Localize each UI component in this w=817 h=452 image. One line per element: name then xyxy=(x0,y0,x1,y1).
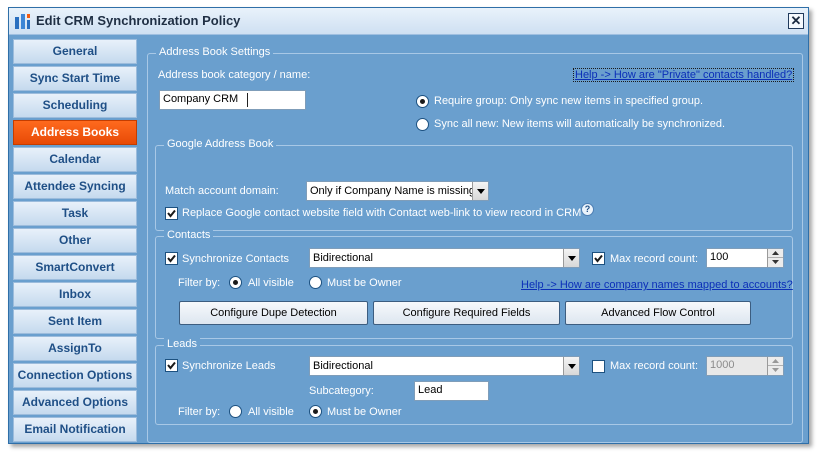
settings-sidebar: General Sync Start Time Scheduling Addre… xyxy=(13,39,137,444)
contacts-max-count-checkbox[interactable] xyxy=(592,252,605,265)
match-domain-select[interactable]: Only if Company Name is missing xyxy=(306,181,489,201)
contacts-must-be-owner-radio[interactable] xyxy=(309,276,322,289)
crm-app-icon xyxy=(14,13,31,30)
leads-max-count-checkbox[interactable] xyxy=(592,360,605,373)
match-domain-label: Match account domain: xyxy=(165,185,279,197)
sync-contacts-label: Synchronize Contacts xyxy=(182,253,289,265)
category-name-input[interactable]: Company CRM xyxy=(159,90,306,110)
contacts-max-count-input[interactable]: 100 xyxy=(706,248,784,268)
contacts-legend: Contacts xyxy=(164,229,214,241)
sidebar-item-attendee-syncing[interactable]: Attendee Syncing xyxy=(13,174,137,199)
advanced-flow-control-button[interactable]: Advanced Flow Control xyxy=(565,301,751,325)
google-address-book-legend: Google Address Book xyxy=(164,138,277,150)
sidebar-item-assignto[interactable]: AssignTo xyxy=(13,336,137,361)
chevron-down-icon[interactable] xyxy=(563,249,579,267)
chevron-down-icon[interactable] xyxy=(563,357,579,375)
leads-max-count-spinner[interactable] xyxy=(767,357,783,375)
match-domain-value: Only if Company Name is missing xyxy=(310,185,476,197)
sync-all-new-radio[interactable] xyxy=(416,118,429,131)
address-book-settings-legend: Address Book Settings xyxy=(156,46,274,58)
sidebar-item-scheduling[interactable]: Scheduling xyxy=(13,93,137,118)
subcategory-value: Lead xyxy=(418,384,443,396)
sidebar-item-inbox[interactable]: Inbox xyxy=(13,282,137,307)
close-icon: ✕ xyxy=(790,13,802,28)
close-button[interactable]: ✕ xyxy=(788,13,804,29)
sidebar-item-other[interactable]: Other xyxy=(13,228,137,253)
sync-leads-checkbox[interactable] xyxy=(165,359,178,372)
text-cursor-icon xyxy=(247,93,248,107)
sidebar-item-sync-start-time[interactable]: Sync Start Time xyxy=(13,66,137,91)
sidebar-item-sent-item[interactable]: Sent Item xyxy=(13,309,137,334)
contacts-direction-value: Bidirectional xyxy=(313,252,373,264)
contacts-all-visible-label: All visible xyxy=(248,277,294,289)
subcategory-label: Subcategory: xyxy=(309,385,374,397)
leads-all-visible-radio[interactable] xyxy=(229,405,242,418)
subcategory-input[interactable]: Lead xyxy=(414,381,489,401)
category-label: Address book category / name: xyxy=(158,69,311,81)
category-name-value: Company CRM xyxy=(163,93,239,105)
contacts-max-count-spinner[interactable] xyxy=(767,249,783,267)
leads-max-count-input[interactable]: 1000 xyxy=(706,356,784,376)
contacts-max-count-label: Max record count: xyxy=(610,253,699,265)
sidebar-item-task[interactable]: Task xyxy=(13,201,137,226)
sidebar-item-general[interactable]: General xyxy=(13,39,137,64)
contacts-all-visible-radio[interactable] xyxy=(229,276,242,289)
sync-all-new-label: Sync all new: New items will automatical… xyxy=(434,118,726,130)
leads-max-count-label: Max record count: xyxy=(610,360,699,372)
contacts-direction-select[interactable]: Bidirectional xyxy=(309,248,580,268)
sidebar-item-email-notification[interactable]: Email Notification xyxy=(13,417,137,442)
contacts-filter-label: Filter by: xyxy=(178,277,221,289)
question-icon[interactable]: ? xyxy=(581,203,594,216)
leads-must-be-owner-radio[interactable] xyxy=(309,405,322,418)
sidebar-item-smartconvert[interactable]: SmartConvert xyxy=(13,255,137,280)
leads-legend: Leads xyxy=(164,338,200,350)
replace-website-checkbox[interactable] xyxy=(165,207,178,220)
replace-website-label: Replace Google contact website field wit… xyxy=(182,207,582,219)
policy-window: Edit CRM Synchronization Policy ✕ Genera… xyxy=(8,7,809,444)
sidebar-item-advanced-options[interactable]: Advanced Options xyxy=(13,390,137,415)
sidebar-item-address-books[interactable]: Address Books xyxy=(13,120,137,145)
window-title: Edit CRM Synchronization Policy xyxy=(36,13,241,28)
help-private-contacts-link[interactable]: Help -> How are "Private" contacts handl… xyxy=(573,68,795,82)
leads-direction-select[interactable]: Bidirectional xyxy=(309,356,580,376)
chevron-down-icon[interactable] xyxy=(472,182,488,200)
sidebar-item-calendar[interactable]: Calendar xyxy=(13,147,137,172)
help-company-names-link[interactable]: Help -> How are company names mapped to … xyxy=(521,279,793,291)
contacts-must-be-owner-label: Must be Owner xyxy=(327,277,402,289)
configure-dupe-detection-button[interactable]: Configure Dupe Detection xyxy=(179,301,368,325)
leads-must-be-owner-label: Must be Owner xyxy=(327,406,402,418)
configure-required-fields-button[interactable]: Configure Required Fields xyxy=(373,301,560,325)
require-group-label: Require group: Only sync new items in sp… xyxy=(434,95,704,107)
contacts-max-count-value: 100 xyxy=(710,251,729,263)
leads-direction-value: Bidirectional xyxy=(313,360,373,372)
sidebar-item-connection-options[interactable]: Connection Options xyxy=(13,363,137,388)
require-group-radio[interactable] xyxy=(416,95,429,108)
leads-all-visible-label: All visible xyxy=(248,406,294,418)
leads-filter-label: Filter by: xyxy=(178,406,221,418)
sync-contacts-checkbox[interactable] xyxy=(165,252,178,265)
leads-max-count-value: 1000 xyxy=(710,359,735,371)
sync-leads-label: Synchronize Leads xyxy=(182,360,276,372)
title-bar[interactable]: Edit CRM Synchronization Policy ✕ xyxy=(9,8,808,35)
